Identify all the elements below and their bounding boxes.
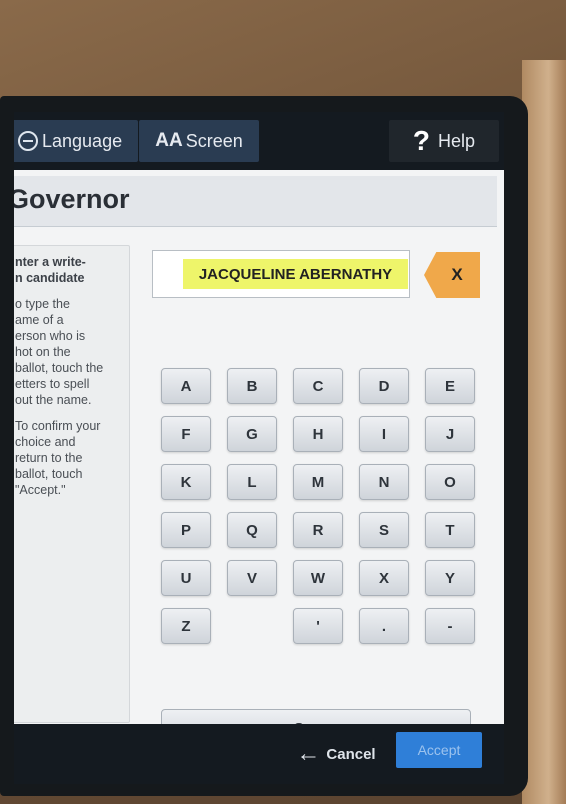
voting-screen: Language AA Screen ? Help Governor nter … xyxy=(14,112,504,784)
key-y[interactable]: Y xyxy=(425,560,475,596)
key-p[interactable]: P xyxy=(161,512,211,548)
key-d[interactable]: D xyxy=(359,368,409,404)
key-m[interactable]: M xyxy=(293,464,343,500)
key-b[interactable]: B xyxy=(227,368,277,404)
kiosk-frame xyxy=(522,60,566,804)
key-s[interactable]: S xyxy=(359,512,409,548)
contest-header: Governor xyxy=(14,176,497,227)
key-o[interactable]: O xyxy=(425,464,475,500)
write-in-value: JACQUELINE ABERNATHY xyxy=(183,259,408,289)
key-c[interactable]: C xyxy=(293,368,343,404)
key-h[interactable]: H xyxy=(293,416,343,452)
backspace-button[interactable]: X xyxy=(424,252,480,298)
key-t[interactable]: T xyxy=(425,512,475,548)
text-size-icon: AA xyxy=(155,130,183,151)
key-x[interactable]: X xyxy=(359,560,409,596)
instructions-heading: nter a write- n candidate xyxy=(15,255,86,285)
key-l[interactable]: L xyxy=(227,464,277,500)
top-toolbar: Language AA Screen ? Help xyxy=(14,112,504,170)
key-n[interactable]: N xyxy=(359,464,409,500)
cancel-button[interactable]: ← Cancel xyxy=(286,736,386,772)
write-in-panel: JACQUELINE ABERNATHY X ABCDE FGHIJ KLMNO PQ… xyxy=(140,240,500,770)
key-apostrophe[interactable]: ' xyxy=(293,608,343,644)
screen-label: Screen xyxy=(185,130,243,151)
arrow-left-icon: ← xyxy=(296,740,321,767)
key-u[interactable]: U xyxy=(161,560,211,596)
screen-settings-button[interactable]: AA Screen xyxy=(139,120,259,162)
help-button[interactable]: ? Help xyxy=(389,120,499,162)
write-in-field[interactable]: JACQUELINE ABERNATHY xyxy=(152,250,410,298)
instructions-text-2: To confirm your choice and return to the… xyxy=(15,419,101,497)
accept-button[interactable]: Accept xyxy=(396,732,482,768)
key-j[interactable]: J xyxy=(425,416,475,452)
key-g[interactable]: G xyxy=(227,416,277,452)
instructions-panel: nter a write- n candidate o type the ame… xyxy=(14,245,130,723)
language-label: Language xyxy=(42,130,123,151)
contest-title: Governor xyxy=(14,184,130,214)
key-a[interactable]: A xyxy=(161,368,211,404)
key-period[interactable]: . xyxy=(359,608,409,644)
key-v[interactable]: V xyxy=(227,560,277,596)
key-w[interactable]: W xyxy=(293,560,343,596)
cancel-label: Cancel xyxy=(326,745,376,763)
key-k[interactable]: K xyxy=(161,464,211,500)
language-button[interactable]: Language xyxy=(14,120,138,162)
key-e[interactable]: E xyxy=(425,368,475,404)
help-icon: ? xyxy=(412,125,431,156)
globe-icon xyxy=(18,131,38,151)
key-q[interactable]: Q xyxy=(227,512,277,548)
key-r[interactable]: R xyxy=(293,512,343,548)
key-i[interactable]: I xyxy=(359,416,409,452)
key-hyphen[interactable]: - xyxy=(425,608,475,644)
bottom-toolbar: ← Cancel Accept xyxy=(14,724,504,784)
instructions-text-1: o type the ame of a erson who is hot on … xyxy=(15,297,104,407)
key-z[interactable]: Z xyxy=(161,608,211,644)
help-label: Help xyxy=(438,130,476,151)
key-f[interactable]: F xyxy=(161,416,211,452)
